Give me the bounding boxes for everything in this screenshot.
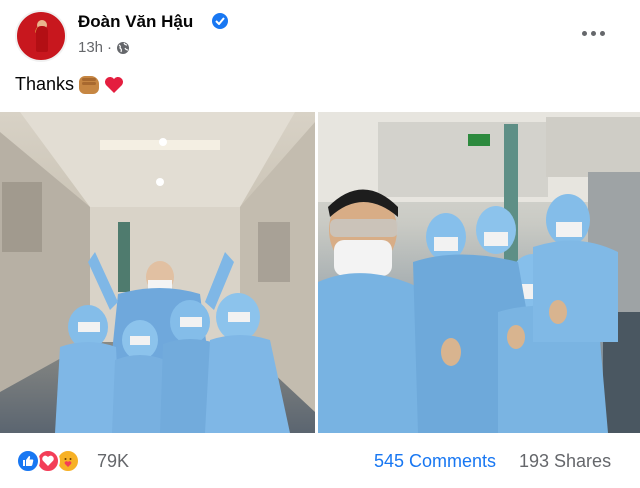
shares-link[interactable]: 193 Shares <box>519 451 611 472</box>
post-meta: 13h · <box>78 39 130 56</box>
caption-text: Thanks <box>15 74 75 94</box>
reaction-icons[interactable] <box>16 449 80 473</box>
post-engagement-bar: 79K 545 Comments 193 Shares <box>0 440 640 484</box>
comments-link[interactable]: 545 Comments <box>374 451 496 472</box>
photo-right[interactable] <box>318 112 640 433</box>
like-icon <box>16 449 40 473</box>
photo-left[interactable] <box>0 112 315 433</box>
globe-icon <box>116 41 130 55</box>
avatar-figure <box>36 26 48 52</box>
post-header: Đoàn Văn Hậu 13h · <box>0 0 640 68</box>
author-name[interactable]: Đoàn Văn Hậu <box>78 12 193 32</box>
meta-separator: · <box>107 39 113 56</box>
fist-bump-emoji <box>79 75 100 94</box>
more-options-icon[interactable] <box>582 26 608 40</box>
author-avatar[interactable] <box>15 10 67 62</box>
post-photos <box>0 112 640 433</box>
post-caption: Thanks <box>15 74 124 95</box>
reaction-count[interactable]: 79K <box>97 451 129 472</box>
post-time[interactable]: 13h <box>78 39 103 56</box>
verified-badge-icon <box>212 13 228 29</box>
red-heart-emoji <box>104 76 124 94</box>
